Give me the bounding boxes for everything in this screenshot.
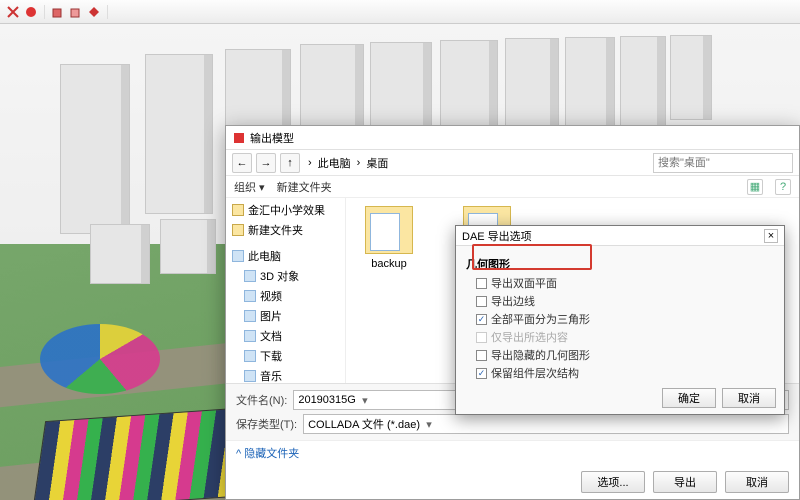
tree-item[interactable]: 音乐 xyxy=(260,368,282,383)
building xyxy=(670,35,712,120)
subdialog-titlebar: DAE 导出选项 × xyxy=(456,226,784,246)
tree-quick-0[interactable]: 金汇中小学效果 xyxy=(248,202,325,218)
opt-triangulate[interactable]: ✓全部平面分为三角形 xyxy=(466,310,774,328)
tree-item[interactable]: 视频 xyxy=(260,288,282,304)
breadcrumb-sep: › xyxy=(308,157,312,169)
folder-tree[interactable]: 金汇中小学效果 新建文件夹 此电脑 3D 对象 视频 图片 文档 下载 音乐 桌… xyxy=(226,198,346,383)
checkbox-icon: ✓ xyxy=(476,368,487,379)
tool-cube1-icon[interactable] xyxy=(51,5,65,19)
tool-cube2-icon[interactable] xyxy=(69,5,83,19)
help-button[interactable]: ? xyxy=(775,179,791,195)
opt-only-selection: 仅导出所选内容 xyxy=(466,328,774,346)
nav-forward-button[interactable]: → xyxy=(256,153,276,173)
export-button[interactable]: 导出 xyxy=(653,471,717,493)
search-input[interactable] xyxy=(653,153,793,173)
checkbox-icon: ✓ xyxy=(476,314,487,325)
folder-item[interactable]: backup xyxy=(354,206,424,270)
cancel-button[interactable]: 取消 xyxy=(725,471,789,493)
building xyxy=(90,224,150,284)
building xyxy=(160,219,216,274)
opt-hidden-geom[interactable]: 导出隐藏的几何图形 xyxy=(466,346,774,364)
nav-back-button[interactable]: ← xyxy=(232,153,252,173)
checkbox-icon xyxy=(476,332,487,343)
new-folder-button[interactable]: 新建文件夹 xyxy=(277,179,332,195)
close-icon: × xyxy=(768,230,774,242)
nav-up-button[interactable]: ↑ xyxy=(280,153,300,173)
dialog-titlebar: 输出模型 xyxy=(226,126,799,150)
building xyxy=(145,54,213,214)
tool-red-icon[interactable] xyxy=(24,5,38,19)
dialog-title: 输出模型 xyxy=(250,130,294,146)
filetype-label: 保存类型(T): xyxy=(236,416,297,432)
tree-quick-1[interactable]: 新建文件夹 xyxy=(248,222,303,238)
options-button[interactable]: 选项... xyxy=(581,471,645,493)
tree-item[interactable]: 文档 xyxy=(260,328,282,344)
folder-label: backup xyxy=(354,258,424,270)
building xyxy=(565,37,615,137)
plaza xyxy=(40,324,160,394)
dae-options-dialog: DAE 导出选项 × 几何图形 导出双面平面 导出边线 ✓全部平面分为三角形 仅… xyxy=(455,225,785,415)
sub-cancel-button[interactable]: 取消 xyxy=(722,388,776,408)
tree-thispc[interactable]: 此电脑 xyxy=(248,248,281,264)
highlight-rect xyxy=(472,246,592,270)
folder-icon xyxy=(365,206,413,254)
tool-x-icon[interactable] xyxy=(6,5,20,19)
breadcrumb[interactable]: › 此电脑 › 桌面 xyxy=(304,155,649,171)
tree-item[interactable]: 3D 对象 xyxy=(260,268,299,284)
breadcrumb-root[interactable]: 此电脑 xyxy=(318,155,351,171)
close-button[interactable]: × xyxy=(764,229,778,243)
subdialog-title: DAE 导出选项 xyxy=(462,228,532,244)
school-model xyxy=(32,407,247,500)
checkbox-icon xyxy=(476,296,487,307)
breadcrumb-loc[interactable]: 桌面 xyxy=(366,155,388,171)
dialog-toolbar: 组织 ▾ 新建文件夹 ▦ ? xyxy=(226,176,799,198)
building xyxy=(620,36,666,128)
dialog-nav: ← → ↑ › 此电脑 › 桌面 xyxy=(226,150,799,176)
app-small-icon xyxy=(232,131,246,145)
opt-preserve-hierarchy[interactable]: ✓保留组件层次结构 xyxy=(466,364,774,382)
dialog-buttons: 选项... 导出 取消 xyxy=(226,465,799,499)
checkbox-icon xyxy=(476,278,487,289)
opt-export-edges[interactable]: 导出边线 xyxy=(466,292,774,310)
tree-item[interactable]: 图片 xyxy=(260,308,282,324)
checkbox-icon xyxy=(476,350,487,361)
organize-menu[interactable]: 组织 ▾ xyxy=(234,179,265,195)
building xyxy=(60,64,130,234)
hide-folders-link[interactable]: ^ 隐藏文件夹 xyxy=(226,440,799,465)
filetype-field[interactable]: COLLADA 文件 (*.dae)▾ xyxy=(303,414,789,434)
opt-two-sided[interactable]: 导出双面平面 xyxy=(466,274,774,292)
tree-item[interactable]: 下载 xyxy=(260,348,282,364)
tool-gem-icon[interactable] xyxy=(87,5,101,19)
view-mode-button[interactable]: ▦ xyxy=(747,179,763,195)
breadcrumb-sep: › xyxy=(357,157,361,169)
app-toolbar xyxy=(0,0,800,24)
filename-label: 文件名(N): xyxy=(236,392,287,408)
ok-button[interactable]: 确定 xyxy=(662,388,716,408)
